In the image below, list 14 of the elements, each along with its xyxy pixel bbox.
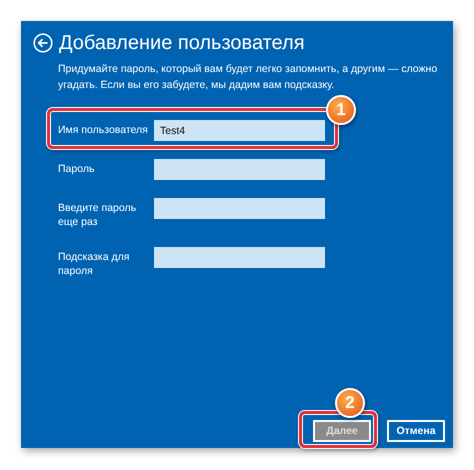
input-field[interactable] — [154, 159, 325, 180]
field-label: Введите пароль еще раз — [58, 201, 138, 229]
back-icon[interactable] — [33, 33, 53, 53]
dialog-button[interactable]: Отмена — [387, 420, 445, 442]
field-label: Подсказка для пароля — [58, 250, 130, 278]
dialog-title: Добавление пользователя — [59, 31, 305, 55]
input-field[interactable] — [154, 198, 325, 219]
input-field[interactable] — [154, 247, 325, 268]
step-badge: 2 — [335, 388, 365, 418]
field-label: Имя пользователя — [58, 123, 149, 137]
description-text: Придумайте пароль, который вам будет легко запомнить, а другим — сложно угадать. Если вы его забудете, мы дадим вам подсказку. — [58, 62, 438, 93]
step-badge: 1 — [326, 95, 356, 125]
field-label: Пароль — [58, 162, 96, 176]
input-field[interactable]: Test4 — [154, 120, 325, 141]
